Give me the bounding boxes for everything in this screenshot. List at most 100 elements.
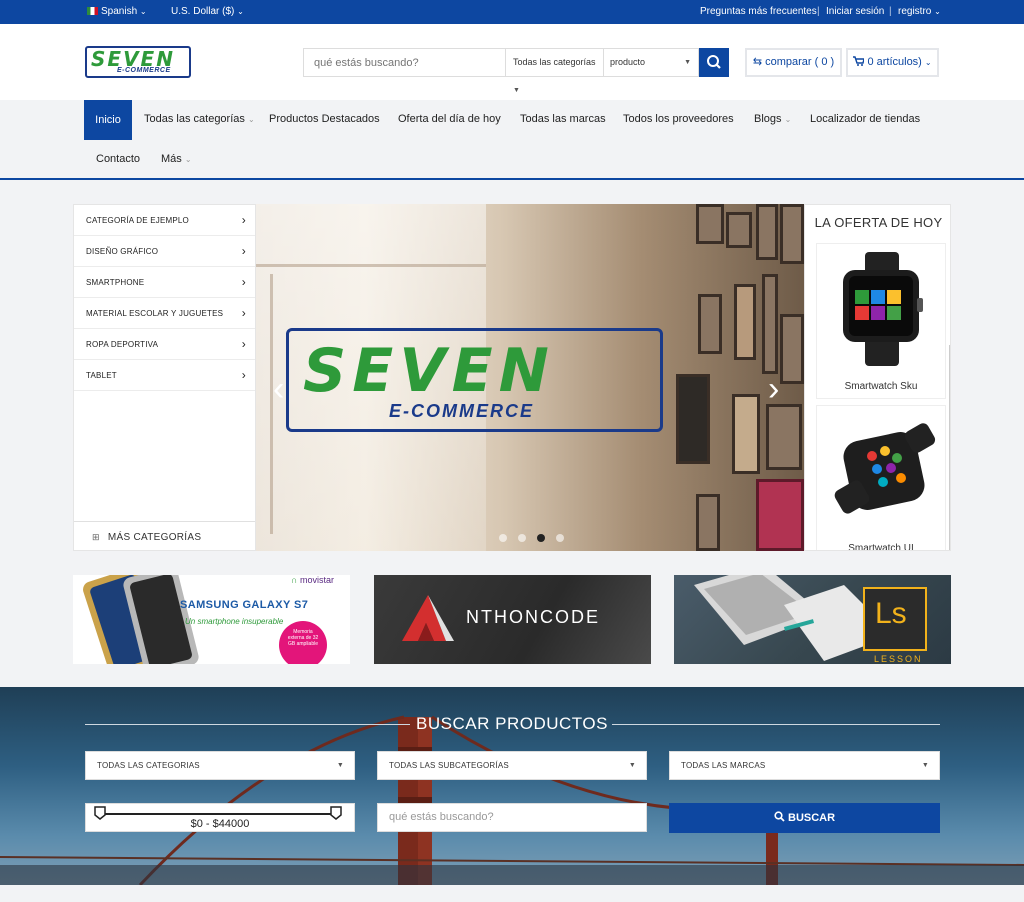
finder-title: BUSCAR PRODUCTOS xyxy=(416,714,608,733)
lesson-logo: Ls xyxy=(863,587,927,651)
caret-down-icon: ▼ xyxy=(628,762,636,769)
search-type-select[interactable]: producto ▼ xyxy=(603,49,699,76)
search-icon xyxy=(707,55,721,69)
divider: | xyxy=(889,6,892,17)
banner-samsung[interactable]: ∩ movistar SAMSUNG GALAXY S7 Un smartpho… xyxy=(73,575,350,664)
banner-title: SAMSUNG GALAXY S7 xyxy=(180,599,309,611)
nav-item-blogs[interactable]: Blogs ⌄ xyxy=(754,113,791,125)
nav-item-vendors[interactable]: Todos los proveedores xyxy=(623,113,734,125)
login-link[interactable]: Iniciar sesión xyxy=(826,6,884,17)
nav-item-deal[interactable]: Oferta del día de hoy xyxy=(398,113,501,125)
price-range-value: $0 - $44000 xyxy=(190,818,250,830)
slider-dot[interactable] xyxy=(518,534,526,542)
caret-down-icon: ▼ xyxy=(684,59,691,66)
sidebar-item-sportswear[interactable]: ROPA DEPORTIVA › xyxy=(74,329,255,360)
wall-frame xyxy=(732,394,760,474)
cart-button[interactable]: 0 artículos) ⌄ xyxy=(846,48,939,77)
chevron-right-icon: › xyxy=(241,306,246,320)
wall-frame xyxy=(696,494,720,551)
nav-item-categories[interactable]: Todas las categorías ⌄ xyxy=(144,113,255,125)
banner-tagline: Un smartphone insuperable xyxy=(185,617,284,626)
cart-icon xyxy=(853,56,866,66)
todays-deal-panel: LA OFERTA DE HOY Smartwatch Sku Smartwat… xyxy=(804,204,951,551)
chevron-right-icon: › xyxy=(241,337,246,351)
chevron-right-icon: › xyxy=(241,368,246,382)
window-bar xyxy=(256,264,486,267)
lesson-wordmark: LESSON xyxy=(874,654,923,664)
compare-button[interactable]: ⇆ comparar ( 0 ) xyxy=(745,48,842,77)
price-range-track xyxy=(100,813,337,815)
sidebar-item-graphic-design[interactable]: DISEÑO GRÁFICO › xyxy=(74,236,255,267)
sidebar-item-sample-category[interactable]: CATEGORÍA DE EJEMPLO › xyxy=(74,205,255,236)
wall-frame xyxy=(762,274,778,374)
banner-badge: Memoria externa de 32 GB ampliable xyxy=(287,629,319,647)
chevron-right-icon: › xyxy=(241,213,246,227)
sidebar-item-smartphone[interactable]: SMARTPHONE › xyxy=(74,267,255,298)
caret-down-icon: ▼ xyxy=(921,762,929,769)
deal-product-card[interactable]: Smartwatch UI xyxy=(816,405,946,550)
categories-select[interactable]: TODAS LAS CATEGORIAS ▼ xyxy=(85,751,355,780)
main-nav: Inicio Todas las categorías ⌄ Productos … xyxy=(0,100,1024,180)
chevron-down-icon: ⌄ xyxy=(139,7,147,16)
divider: | xyxy=(817,6,820,17)
header-search: Todas las categorías ▼ producto▼ xyxy=(303,48,699,94)
logo-subtitle: E-COMMERCE xyxy=(117,67,171,74)
nav-item-featured[interactable]: Productos Destacados xyxy=(269,113,380,125)
chevron-down-icon: ⌄ xyxy=(934,7,941,16)
wall-frame xyxy=(726,212,752,248)
plus-box-icon: ⊞ xyxy=(92,532,100,542)
nav-item-contact[interactable]: Contacto xyxy=(96,153,140,165)
banner-anthoncode[interactable]: A NTHONCODE xyxy=(374,575,651,664)
caret-down-icon: ⌄ xyxy=(784,115,792,124)
price-range-slider: $0 - $44000 xyxy=(85,803,355,832)
search-input[interactable] xyxy=(304,49,504,76)
slider-dot-active[interactable] xyxy=(537,534,545,542)
site-logo[interactable]: SEVEN E-COMMERCE xyxy=(85,46,191,78)
faq-link[interactable]: Preguntas más frecuentes xyxy=(700,6,817,17)
nav-item-inicio[interactable]: Inicio xyxy=(84,100,132,140)
deal-product-name: Smartwatch Sku xyxy=(844,381,918,392)
top-bar: Spanish ⌄ U.S. Dollar ($) ⌄ Preguntas má… xyxy=(0,0,1024,24)
slider-dot[interactable] xyxy=(556,534,564,542)
subcategories-select[interactable]: TODAS LAS SUBCATEGORÍAS ▼ xyxy=(377,751,647,780)
nav-item-brands[interactable]: Todas las marcas xyxy=(520,113,606,125)
slide-logo: SEVEN E-COMMERCE xyxy=(286,328,663,432)
chevron-down-icon: ⌄ xyxy=(237,7,244,16)
wall-frame xyxy=(780,204,804,264)
compare-icon: ⇆ xyxy=(752,56,763,68)
sidebar-item-tablet[interactable]: TABLET › xyxy=(74,360,255,391)
deal-product-card[interactable]: Smartwatch Sku xyxy=(816,243,946,399)
wall-frame xyxy=(780,314,804,384)
scrollbar[interactable] xyxy=(949,345,950,550)
deal-title: LA OFERTA DE HOY xyxy=(814,215,943,230)
nav-item-store-locator[interactable]: Localizador de tiendas xyxy=(810,113,920,125)
smartwatch-image xyxy=(843,252,923,366)
more-categories-button[interactable]: ⊞ MÁS CATEGORÍAS xyxy=(74,521,255,551)
hero-slider: SEVEN E-COMMERCE ‹ › xyxy=(256,204,804,551)
caret-down-icon: ▼ xyxy=(336,762,344,769)
sidebar-item-school-supplies[interactable]: MATERIAL ESCOLAR Y JUGUETES › xyxy=(74,298,255,329)
banner-lesson[interactable]: Ls LESSON xyxy=(674,575,951,664)
currency-selector[interactable]: U.S. Dollar ($) ⌄ xyxy=(171,6,244,17)
caret-down-icon: ⌄ xyxy=(247,115,255,124)
anthon-wordmark: NTHONCODE xyxy=(466,607,600,627)
page-footer-strip xyxy=(0,885,1024,902)
search-button[interactable] xyxy=(699,48,729,77)
smartwatch-image xyxy=(834,423,936,514)
movistar-icon: ∩ xyxy=(291,575,298,585)
chevron-down-icon: ⌄ xyxy=(924,58,932,67)
search-category-select[interactable]: Todas las categorías ▼ xyxy=(505,49,603,94)
finder-search-input[interactable]: qué estás buscando? xyxy=(377,803,647,832)
brands-select[interactable]: TODAS LAS MARCAS ▼ xyxy=(669,751,940,780)
search-icon xyxy=(774,811,785,822)
register-link[interactable]: registro ⌄ xyxy=(898,6,941,17)
slider-next-arrow[interactable]: › xyxy=(768,372,779,406)
slider-prev-arrow[interactable]: ‹ xyxy=(273,372,284,406)
wall-frame xyxy=(766,404,802,470)
logo-wordmark: SEVEN xyxy=(91,47,175,71)
wall-frame xyxy=(696,204,724,244)
language-selector[interactable]: Spanish ⌄ xyxy=(87,6,147,17)
find-search-button[interactable]: BUSCAR xyxy=(669,803,940,833)
slider-dot[interactable] xyxy=(499,534,507,542)
nav-item-more[interactable]: Más ⌄ xyxy=(161,153,192,165)
